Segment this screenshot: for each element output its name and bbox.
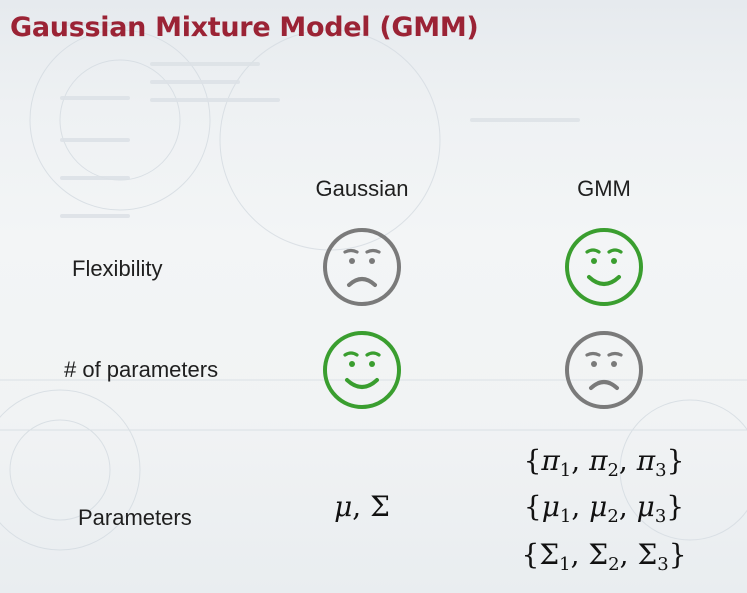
- slide-title: Gaussian Mixture Model (GMM): [10, 12, 479, 43]
- gmm-means: {μ1, μ2, μ3}: [523, 490, 685, 527]
- gmm-covariances: {Σ1, Σ2, Σ3}: [521, 538, 687, 575]
- gaussian-parameters: μ, Σ: [334, 490, 390, 523]
- column-header-gmm: GMM: [577, 176, 631, 201]
- row-label-flexibility: Flexibility: [72, 256, 163, 281]
- row-label-num-parameters: # of parameters: [64, 357, 219, 382]
- happy-face-icon: [562, 225, 646, 309]
- mean-symbol: μ: [334, 490, 353, 523]
- gmm-weights: {π1, π2, π3}: [523, 444, 685, 481]
- row-label-parameters: Parameters: [78, 505, 192, 530]
- happy-face-icon: [320, 328, 404, 412]
- sad-face-icon: [320, 225, 404, 309]
- covariance-symbol: Σ: [370, 490, 390, 523]
- sad-face-icon: [562, 328, 646, 412]
- column-header-gaussian: Gaussian: [315, 176, 409, 201]
